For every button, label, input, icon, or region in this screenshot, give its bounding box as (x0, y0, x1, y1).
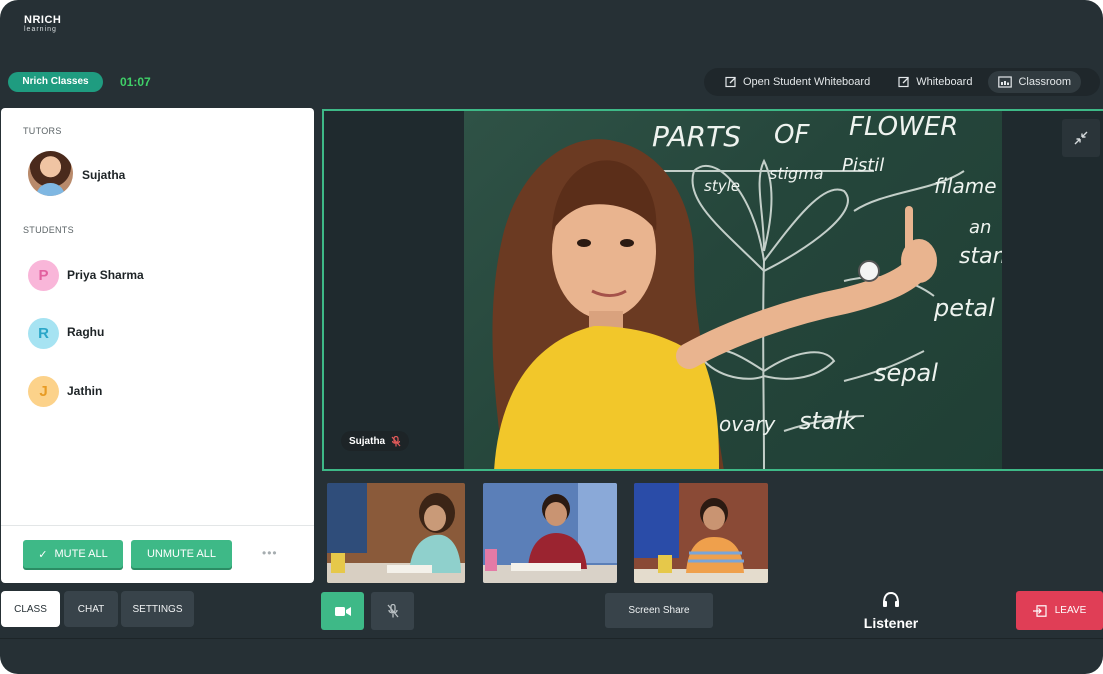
logo-wordmark: NRICH (24, 14, 62, 26)
open-student-whiteboard-button[interactable]: Open Student Whiteboard (715, 71, 880, 93)
listener-label: Listener (863, 615, 919, 631)
edit-icon (898, 76, 910, 88)
speaker-name-tag: Sujatha (341, 431, 410, 451)
tab-class[interactable]: CLASS (1, 591, 60, 627)
students-heading: STUDENTS (23, 225, 74, 235)
leave-button[interactable]: LEAVE (1016, 591, 1103, 630)
collapse-video-button[interactable] (1062, 119, 1100, 157)
tutors-heading: TUTORS (23, 126, 62, 136)
minimize-icon (1074, 131, 1088, 145)
board-text: stigma (769, 164, 824, 183)
tutor-video-feed: PARTS OF FLOWER style stigma Pistil fila… (464, 111, 1002, 469)
student-avatar: J (28, 376, 59, 407)
exit-icon (1032, 604, 1047, 617)
board-text: petal (933, 294, 995, 322)
tutor-name: Sujatha (82, 168, 126, 182)
video-camera-icon (334, 606, 351, 616)
board-text: ovary (719, 412, 777, 436)
app-window: NRICH learning Nrich Classes 01:07 Open … (0, 0, 1103, 674)
logo-subtitle: learning (24, 26, 57, 33)
board-text: stam (959, 244, 1002, 269)
unmute-all-label: UNMUTE ALL (146, 548, 217, 560)
board-text: filame (934, 174, 997, 198)
more-options-button[interactable]: ••• (262, 546, 278, 560)
tab-chat[interactable]: CHAT (64, 591, 118, 627)
student-video-thumbnail[interactable] (327, 483, 465, 583)
main-video-tile: PARTS OF FLOWER style stigma Pistil fila… (322, 109, 1103, 471)
listener-indicator: Listener (858, 591, 924, 631)
classroom-label: Classroom (1018, 76, 1072, 88)
edit-icon (725, 76, 736, 88)
mic-toggle-button[interactable] (371, 592, 414, 630)
student-name: Jathin (67, 384, 103, 398)
board-text: style (704, 177, 740, 195)
student-name: Priya Sharma (67, 268, 144, 282)
board-text: sepal (874, 359, 938, 387)
student-video-thumbnail[interactable] (634, 483, 768, 583)
classroom-button[interactable]: Classroom (988, 71, 1082, 93)
student-name: Raghu (67, 325, 105, 339)
mute-all-button[interactable]: ✓ MUTE ALL (23, 540, 123, 568)
mic-muted-icon (387, 604, 398, 618)
board-text: Pistil (842, 155, 884, 176)
tutor-avatar (28, 151, 73, 196)
class-name-badge: Nrich Classes (8, 72, 103, 92)
student-video-thumbnail[interactable] (483, 483, 617, 583)
camera-toggle-button[interactable] (321, 592, 364, 630)
screen-share-button[interactable]: Screen Share (605, 593, 713, 628)
board-text: PARTS (652, 120, 741, 153)
panel-divider (1, 525, 314, 526)
classroom-icon (998, 76, 1013, 88)
footer-divider (0, 638, 1103, 639)
student-avatar: P (28, 260, 59, 291)
whiteboard-label: Whiteboard (916, 76, 973, 88)
mic-muted-icon (391, 435, 401, 446)
unmute-all-button[interactable]: UNMUTE ALL (131, 540, 232, 568)
class-timer: 01:07 (120, 75, 151, 89)
check-icon: ✓ (38, 548, 48, 561)
participants-panel: TUTORS Sujatha STUDENTS P Priya Sharma R… (1, 108, 314, 583)
headphones-icon (883, 591, 899, 607)
tab-settings[interactable]: SETTINGS (121, 591, 194, 627)
open-student-whiteboard-label: Open Student Whiteboard (743, 76, 871, 88)
board-text: OF (774, 120, 810, 150)
whiteboard-button[interactable]: Whiteboard (888, 71, 982, 93)
board-text: FLOWER (849, 112, 958, 142)
board-text: stalk (799, 407, 857, 435)
leave-label: LEAVE (1054, 605, 1087, 616)
view-mode-tabs: Open Student Whiteboard Whiteboard Class… (704, 68, 1100, 96)
mute-all-label: MUTE ALL (54, 548, 108, 560)
student-avatar: R (28, 318, 59, 349)
nrich-logo: NRICH learning (24, 14, 61, 34)
speaker-name: Sujatha (349, 435, 386, 447)
board-text: an (969, 217, 991, 238)
